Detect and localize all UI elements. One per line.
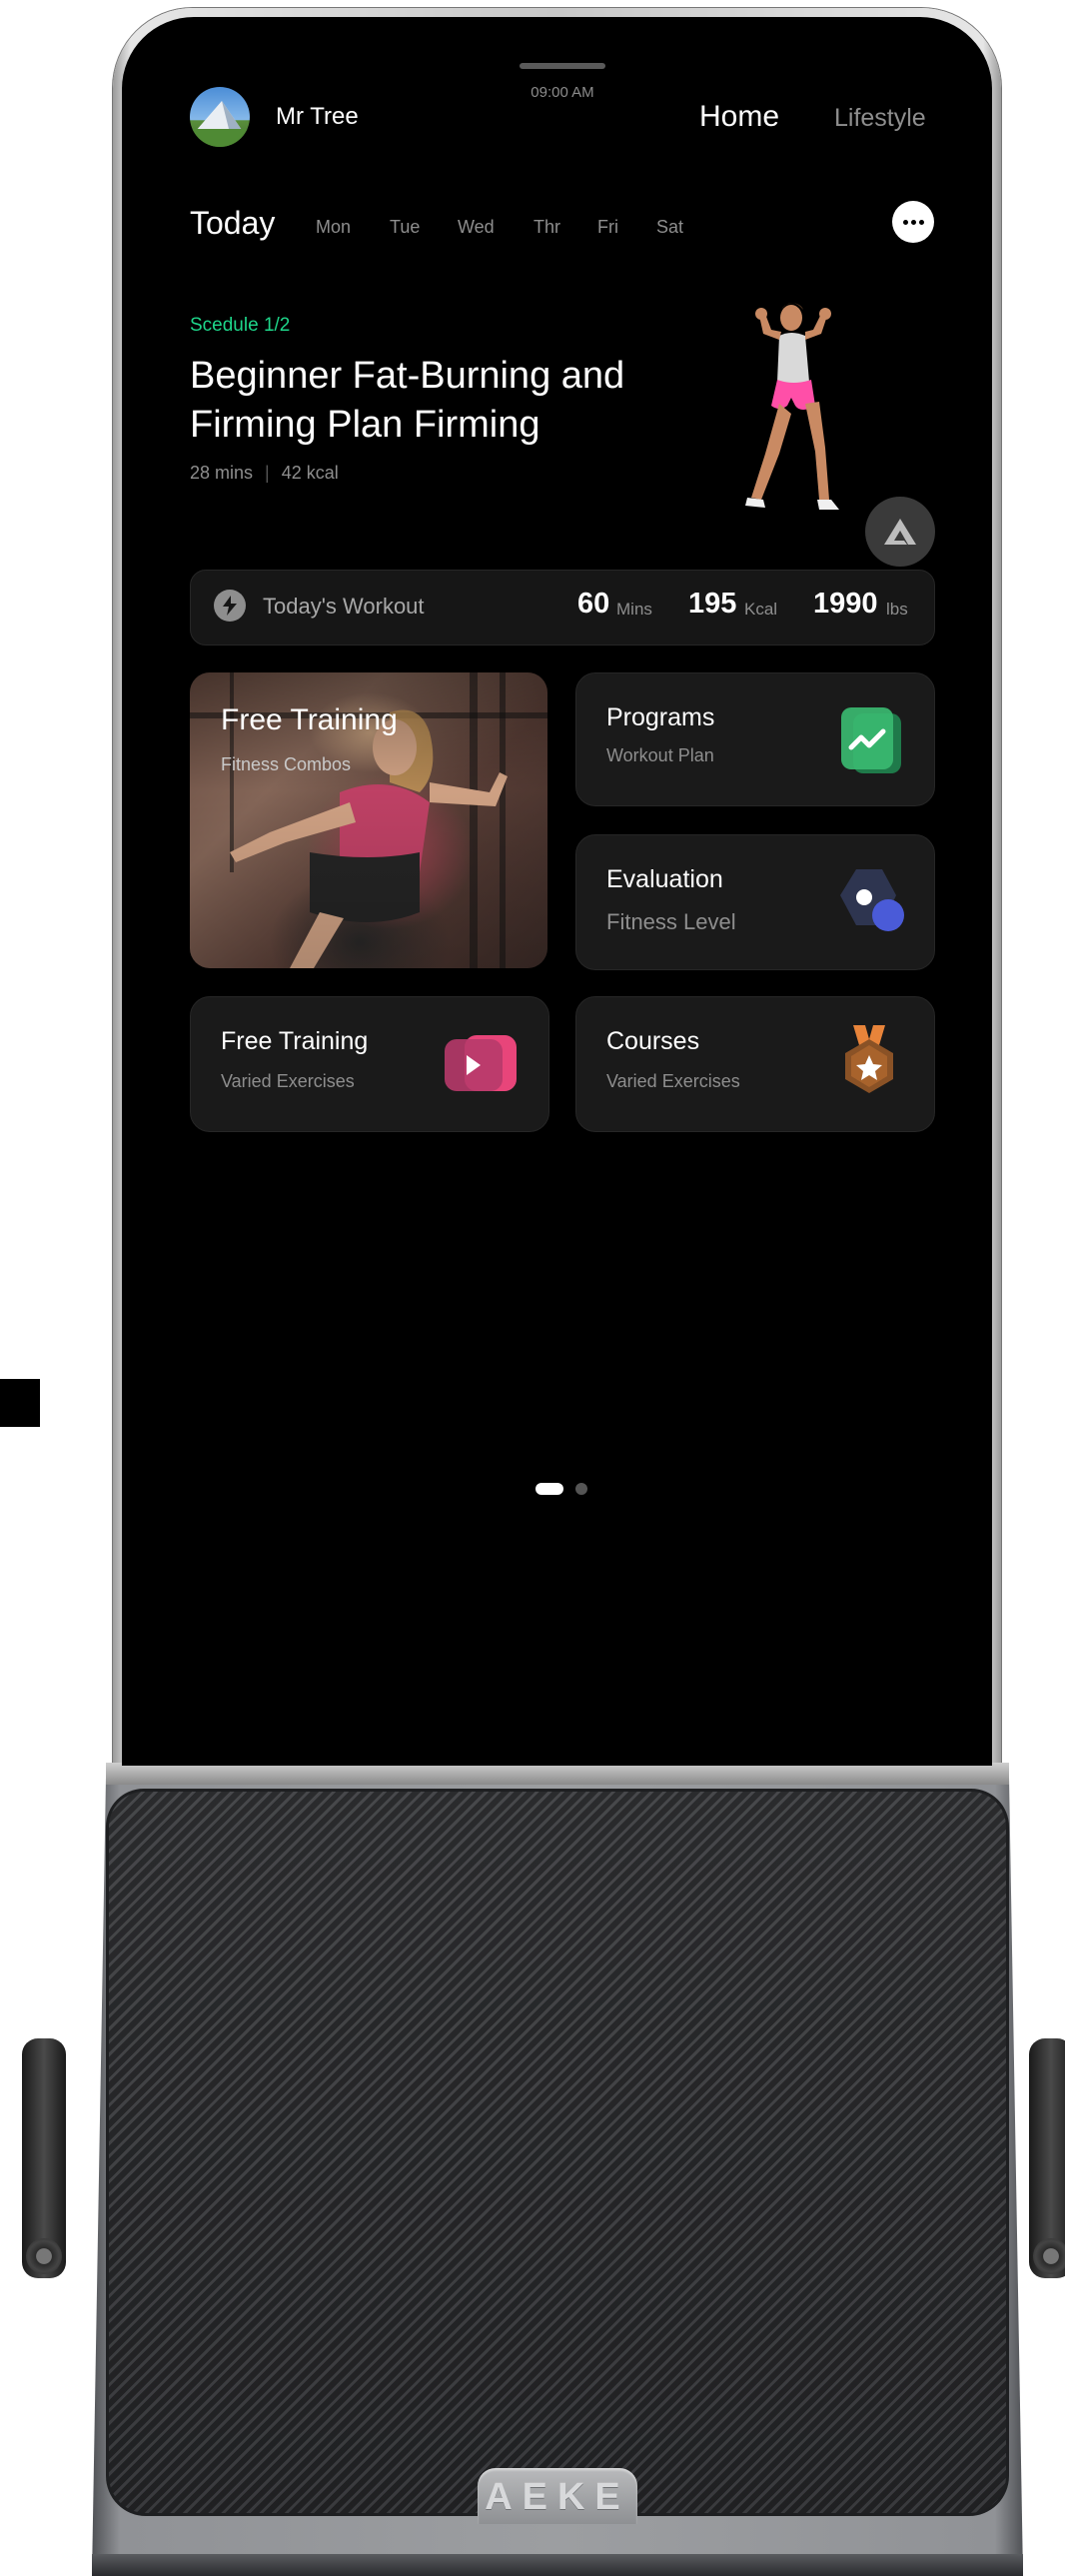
- stat-lbs-unit: lbs: [886, 600, 908, 619]
- plan-duration: 28 mins: [190, 463, 254, 483]
- right-handle[interactable]: [1029, 2038, 1065, 2278]
- assistant-logo-icon: [884, 519, 916, 545]
- plan-title[interactable]: Beginner Fat-Burning and Firming Plan Fi…: [190, 352, 659, 450]
- day-tue[interactable]: Tue: [390, 217, 420, 238]
- left-handle[interactable]: [22, 2038, 66, 2278]
- todays-workout-label: Today's Workout: [263, 594, 425, 619]
- courses-card[interactable]: Courses Varied Exercises: [575, 996, 935, 1132]
- bolt-icon: [214, 590, 246, 622]
- page-indicator[interactable]: [575, 1483, 587, 1495]
- free-training-featured-card[interactable]: Free Training Fitness Combos: [190, 672, 547, 968]
- hexagon-dot-icon: [840, 869, 904, 931]
- coach-figure-image: [745, 303, 839, 510]
- status-time: 09:00 AM: [531, 84, 594, 101]
- evaluation-card[interactable]: Evaluation Fitness Level: [575, 834, 935, 970]
- nav-lifestyle-tab[interactable]: Lifestyle: [834, 104, 926, 133]
- notch-indicator: [520, 63, 605, 69]
- brand-logo: AEKE: [485, 2476, 630, 2518]
- avatar-mountain-icon: [190, 101, 250, 147]
- play-icon: [445, 1035, 517, 1091]
- more-icon: [902, 219, 908, 225]
- stat-lbs-value: 1990: [813, 588, 878, 620]
- base-bottom: [92, 2554, 1023, 2576]
- more-options-button[interactable]: [892, 201, 934, 243]
- day-thr[interactable]: Thr: [533, 217, 560, 238]
- nav-home-tab[interactable]: Home: [699, 100, 779, 134]
- free-training-card-subtitle: Varied Exercises: [221, 1071, 355, 1091]
- user-name[interactable]: Mr Tree: [276, 103, 359, 131]
- stat-kcal-value: 195: [688, 588, 737, 620]
- day-sat[interactable]: Sat: [656, 217, 683, 238]
- free-training-card[interactable]: Free Training Varied Exercises: [190, 996, 549, 1132]
- programs-card-subtitle: Workout Plan: [606, 745, 714, 765]
- side-marker: [0, 1379, 40, 1427]
- day-wed[interactable]: Wed: [458, 217, 495, 238]
- chart-trend-icon: [841, 707, 901, 773]
- programs-card[interactable]: Programs Workout Plan: [575, 672, 935, 806]
- avatar[interactable]: [190, 87, 250, 147]
- day-fri[interactable]: Fri: [597, 217, 618, 238]
- floor-mat: [106, 1789, 1009, 2516]
- programs-card-title: Programs: [606, 703, 715, 731]
- stat-minutes-unit: Mins: [616, 600, 652, 619]
- plan-calories: 42 kcal: [281, 463, 339, 483]
- page-indicator-active[interactable]: [535, 1483, 563, 1495]
- schedule-label: Scedule 1/2: [190, 315, 291, 336]
- plan-meta: 28 mins | 42 kcal: [190, 463, 339, 483]
- evaluation-card-title: Evaluation: [606, 865, 723, 893]
- featured-card-subtitle: Fitness Combos: [221, 754, 352, 774]
- medal-star-icon: [845, 1025, 893, 1093]
- courses-card-title: Courses: [606, 1027, 700, 1055]
- evaluation-card-subtitle: Fitness Level: [606, 909, 736, 934]
- today-tab[interactable]: Today: [190, 205, 275, 242]
- free-training-card-title: Free Training: [221, 1027, 369, 1055]
- stat-minutes-value: 60: [577, 588, 610, 620]
- featured-card-title: Free Training: [221, 703, 398, 736]
- stat-kcal-unit: Kcal: [744, 600, 778, 619]
- day-mon[interactable]: Mon: [316, 217, 351, 238]
- courses-card-subtitle: Varied Exercises: [606, 1071, 740, 1091]
- base-rim: [106, 1763, 1009, 1785]
- assistant-button[interactable]: [865, 497, 935, 567]
